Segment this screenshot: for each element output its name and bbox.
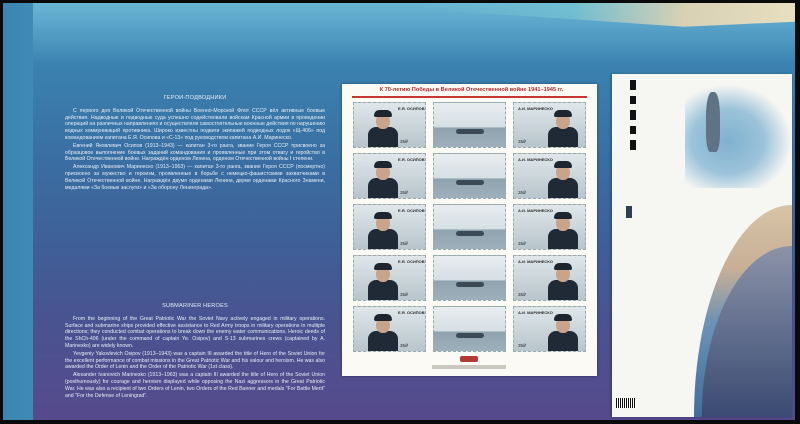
portrait-body [368,331,398,351]
mark-bar [630,80,636,90]
stamp-denomination: 35₽ [518,139,527,144]
portrait-cap [554,314,572,321]
stamp-sheet: К 70-летию Победы в Великой Отечественно… [342,84,597,376]
stamp-submarine-scene [433,255,506,301]
stamp-submarine-scene [433,306,506,352]
envelope-marks [630,80,636,150]
stamp-denomination: 35₽ [518,241,527,246]
stamp-osipov: Е.Я. ОСИПОВ 35₽ [353,204,426,250]
portrait-body [548,178,578,198]
stamp-osipov: Е.Я. ОСИПОВ 35₽ [353,255,426,301]
stamp-marinesko: А.И. МАРИНЕСКО 35₽ [513,102,586,148]
submarine-illustration [706,92,720,152]
portrait-body [368,229,398,249]
english-heading: SUBMARINER HEROES [162,303,228,309]
portrait-image [548,313,578,351]
stamp-hero-name: А.И. МАРИНЕСКО [518,208,553,213]
portrait-body [548,331,578,351]
left-page-edge [3,3,33,420]
stamp-hero-name: А.И. МАРИНЕСКО [518,310,553,315]
portrait-body [548,280,578,300]
stamp-denomination: 35₽ [400,241,409,246]
english-paragraph: From the beginning of the Great Patrioti… [65,315,325,349]
sheet-emblem [460,356,478,362]
stamp-hero-name: Е.Я. ОСИПОВ [398,259,425,264]
russian-paragraph: Евгений Яковлевич Осипов (1913–1943) — к… [65,142,325,163]
portrait-body [548,229,578,249]
submarine-icon [456,282,484,287]
submarine-icon [456,231,484,236]
stamp-denomination: 35₽ [400,292,409,297]
stamp-denomination: 35₽ [518,343,527,348]
portrait-cap [374,314,392,321]
portrait-image [548,211,578,249]
portrait-image [368,109,398,147]
mark-bar [630,140,636,150]
stamp-hero-name: А.И. МАРИНЕСКО [518,259,553,264]
stamp-marinesko: А.И. МАРИНЕСКО 35₽ [513,204,586,250]
envelope-wave-illustration [685,84,792,188]
portrait-body [368,280,398,300]
russian-paragraph: С первого дня Великой Отечественной войн… [65,107,325,141]
mark-bar [630,126,636,134]
stamp-denomination: 35₽ [518,190,527,195]
russian-heading: ГЕРОИ-ПОДВОДНИКИ [163,95,227,101]
stamp-hero-name: А.И. МАРИНЕСКО [518,106,553,111]
russian-paragraph: Александр Иванович Маринеско (1913–1963)… [65,164,325,191]
portrait-cap [374,212,392,219]
portrait-image [548,109,578,147]
stamp-marinesko: А.И. МАРИНЕСКО 35₽ [513,306,586,352]
portrait-body [368,127,398,147]
stamp-submarine-scene [433,102,506,148]
stamp-denomination: 35₽ [400,343,409,348]
english-paragraph: Alexander Ivanovich Marinesko (1913–1963… [65,372,325,399]
portrait-body [368,178,398,198]
stamp-hero-name: Е.Я. ОСИПОВ [398,106,425,111]
portrait-image [368,262,398,300]
portrait-image [368,211,398,249]
stamp-marinesko: А.И. МАРИНЕСКО 35₽ [513,255,586,301]
portrait-cap [554,212,572,219]
english-paragraph: Yevgeniy Yakovlevich Osipov (1913–1943) … [65,350,325,371]
stamp-hero-name: Е.Я. ОСИПОВ [398,208,425,213]
portrait-cap [554,263,572,270]
portrait-image [548,262,578,300]
submarine-icon [456,129,484,134]
stamp-submarine-scene [433,204,506,250]
stamp-hero-name: Е.Я. ОСИПОВ [398,157,425,162]
portrait-cap [374,161,392,168]
english-text-column: SUBMARINER HEROES From the beginning of … [65,303,325,400]
stamp-submarine-scene [433,153,506,199]
portrait-cap [374,263,392,270]
portrait-cap [554,110,572,117]
submarine-icon [456,180,484,185]
stamp-osipov: Е.Я. ОСИПОВ 35₽ [353,102,426,148]
portrait-image [548,160,578,198]
portrait-image [368,313,398,351]
stamp-denomination: 35₽ [518,292,527,297]
portrait-body [548,127,578,147]
stamp-denomination: 35₽ [400,190,409,195]
portrait-cap [374,110,392,117]
submarine-icon [456,333,484,338]
mark-bar [630,110,636,120]
sheet-red-band [352,96,587,98]
mark-bar [630,96,636,104]
portrait-image [368,160,398,198]
stamp-marinesko: А.И. МАРИНЕСКО 35₽ [513,153,586,199]
envelope-stamp [626,206,632,218]
sheet-title: К 70-летию Победы в Великой Отечественно… [379,87,564,93]
stamp-denomination: 35₽ [400,139,409,144]
stamp-osipov: Е.Я. ОСИПОВ 35₽ [353,153,426,199]
stamp-hero-name: Е.Я. ОСИПОВ [398,310,425,315]
stamp-hero-name: А.И. МАРИНЕСКО [518,157,553,162]
stamp-grid: Е.Я. ОСИПОВ 35₽ А.И. МАРИНЕСКО 35₽ Е.Я. ОСИП… [353,102,586,352]
stamp-osipov: Е.Я. ОСИПОВ 35₽ [353,306,426,352]
barcode [616,398,636,408]
portrait-cap [554,161,572,168]
sheet-footer [432,365,506,369]
russian-text-column: ГЕРОИ-ПОДВОДНИКИ С первого дня Великой О… [65,95,325,192]
